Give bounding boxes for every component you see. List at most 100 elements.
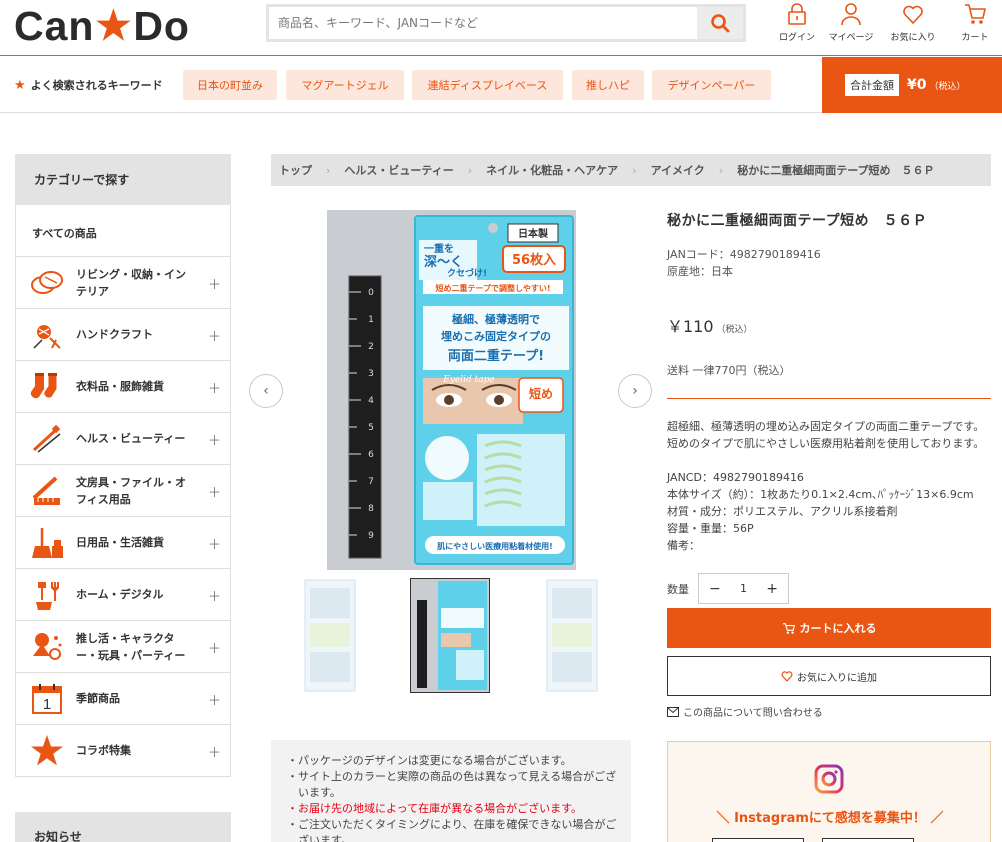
favorites-label: お気に入り [890, 33, 936, 43]
expand-icon[interactable]: ＋ [208, 378, 221, 397]
category-list: すべての商品 リビング・収納・インテリア ＋ ハンドクラフト ＋ 衣料品・服飾雑… [15, 205, 231, 777]
instagram-campaign[interactable]: ＼ Instagramにて感想を募集中！ ／ [667, 741, 991, 842]
keyword-chip[interactable]: 連結ディスプレイベース [412, 70, 563, 100]
breadcrumb-link[interactable]: アイメイク [651, 162, 705, 178]
quantity-value[interactable]: 1 [740, 582, 747, 595]
broom-icon [30, 526, 64, 560]
sidebar-item-home-digital[interactable]: ホーム・デジタル ＋ [16, 569, 230, 621]
package-main-1: 極細、極薄透明で [451, 312, 540, 326]
expand-icon[interactable]: ＋ [208, 742, 221, 761]
inquiry-link[interactable]: この商品について問い合わせる [667, 704, 823, 719]
sidebar-item-oshi-party[interactable]: 推し活・キャラクター・玩具・パーティー ＋ [16, 621, 230, 673]
favorites-link[interactable]: お気に入り [880, 2, 946, 43]
cart-total-label: 合計金額 [845, 74, 899, 96]
breadcrumb-link[interactable]: ヘルス・ビューティー [344, 162, 453, 178]
package-subtitle: 短め二重テープで調整しやすい! [435, 283, 550, 293]
instagram-button[interactable] [712, 838, 804, 842]
header-nav: ログイン マイページ お気に入り カート [772, 2, 1002, 43]
expand-icon[interactable]: ＋ [208, 690, 221, 709]
search-input[interactable] [269, 7, 697, 39]
product-jan: JANコード：4982790189416 [667, 248, 821, 261]
sidebar-item-label: 推し活・キャラクター・玩具・パーティー [76, 631, 186, 662]
keyword-chip[interactable]: 推しハピ [572, 70, 644, 100]
sidebar-item-daily-goods[interactable]: 日用品・生活雑貨 ＋ [16, 517, 230, 569]
breadcrumb-current: 秘かに二重極細両面テープ短め ５６Ｐ [737, 164, 935, 177]
news-heading: お知らせ [15, 812, 231, 842]
sidebar-item-living[interactable]: リビング・収納・インテリア ＋ [16, 257, 230, 309]
svg-text:2: 2 [368, 342, 374, 352]
add-to-favorites-label: お気に入りに追加 [797, 672, 877, 684]
heart-icon [781, 671, 793, 682]
product-main-image[interactable]: 0 1 2 3 4 5 6 7 8 9 日本製 一重を 深〜く クセづけ! 56枚入 短め二重テー… [327, 210, 576, 570]
sidebar-item-collab[interactable]: コラボ特集 ＋ [16, 725, 230, 777]
keyword-star-icon: ★ [14, 77, 26, 93]
note-line: ・サイト上のカラーと実際の商品の色は異なって見える場合がございます。 [287, 770, 617, 799]
svg-text:5: 5 [368, 423, 374, 433]
keyword-chip[interactable]: 日本の町並み [183, 70, 277, 100]
sidebar-item-label: ヘルス・ビューティー [76, 432, 186, 445]
plus-icon[interactable]: + [766, 581, 778, 597]
search-icon [711, 14, 730, 33]
package-main-3: 両面二重テープ! [448, 348, 544, 364]
add-to-favorites-button[interactable]: お気に入りに追加 [667, 656, 991, 696]
product-thumbnail-back[interactable] [302, 578, 382, 693]
breadcrumb-link[interactable]: トップ [279, 162, 312, 178]
keyword-chip[interactable]: デザインペーパー [652, 70, 771, 100]
price-value: ￥110 [667, 317, 714, 336]
keyword-chip[interactable]: マグアートジェル [286, 70, 404, 100]
cart-total[interactable]: 合計金額 ¥0 （税込） [822, 57, 1002, 113]
sidebar-item-all[interactable]: すべての商品 [16, 205, 230, 257]
site-logo[interactable]: Can ★ Do [14, 3, 190, 49]
product-info: 秘かに二重極細両面テープ短め ５６Ｐ JANコード：4982790189416 … [667, 210, 991, 604]
lock-icon [788, 3, 806, 25]
chevron-left-icon: ‹ [263, 383, 269, 399]
expand-icon[interactable]: ＋ [208, 586, 221, 605]
expand-icon[interactable]: ＋ [208, 326, 221, 345]
inquiry-label: この商品について問い合わせる [683, 708, 823, 719]
party-icon [30, 630, 64, 664]
sidebar-item-stationery[interactable]: 文房具・ファイル・オフィス用品 ＋ [16, 465, 230, 517]
mail-icon [667, 706, 679, 717]
package-count-text: 56枚入 [512, 252, 556, 268]
login-link[interactable]: ログイン [772, 2, 822, 43]
cart-link[interactable]: カート [946, 2, 1002, 43]
search-button[interactable] [697, 7, 743, 39]
expand-icon[interactable]: ＋ [208, 482, 221, 501]
package-badge-text: 日本製 [518, 227, 548, 240]
gallery-next-button[interactable]: › [618, 374, 652, 408]
sidebar-item-seasonal[interactable]: 1 季節商品 ＋ [16, 673, 230, 725]
thumbnail-detail-image [537, 578, 617, 693]
package-script-text: Eyelid tape [442, 375, 494, 385]
sidebar-item-label: コラボ特集 [76, 744, 131, 757]
sidebar-item-label: リビング・収納・インテリア [76, 267, 186, 298]
instagram-button[interactable] [822, 838, 914, 842]
expand-icon[interactable]: ＋ [208, 274, 221, 293]
expand-icon[interactable]: ＋ [208, 534, 221, 553]
spec-line: 容量・重量：56P [667, 522, 754, 535]
sidebar-item-craft[interactable]: ハンドクラフト ＋ [16, 309, 230, 361]
keyword-heading: ★ よく検索されるキーワード [14, 77, 163, 93]
minus-icon[interactable]: − [709, 581, 721, 597]
socks-icon [30, 370, 64, 404]
spec-line: JANCD：4982790189416 [667, 471, 804, 484]
product-meta: JANコード：4982790189416 原産地：日本 [667, 246, 991, 280]
mypage-link[interactable]: マイページ [822, 2, 880, 43]
product-thumbnail-detail[interactable] [537, 578, 617, 693]
sidebar-item-clothing[interactable]: 衣料品・服飾雑貨 ＋ [16, 361, 230, 413]
quantity-stepper: − 1 + [698, 573, 789, 604]
cart-icon [782, 622, 795, 634]
expand-icon[interactable]: ＋ [208, 430, 221, 449]
svg-text:6: 6 [368, 450, 374, 460]
living-icon [30, 266, 64, 300]
gallery-prev-button[interactable]: ‹ [249, 374, 283, 408]
svg-text:9: 9 [368, 531, 374, 541]
product-notes: ・パッケージのデザインは変更になる場合がございます。 ・サイト上のカラーと実際の… [271, 740, 631, 842]
expand-icon[interactable]: ＋ [208, 638, 221, 657]
product-thumbnail-front[interactable] [410, 578, 490, 693]
note-line-warning: ・お届け先の地域によって在庫が異なる場合がございます。 [287, 802, 583, 815]
svg-text:3: 3 [368, 369, 374, 379]
add-to-cart-button[interactable]: カートに入れる [667, 608, 991, 648]
breadcrumb-link[interactable]: ネイル・化粧品・ヘアケア [486, 162, 618, 178]
product-origin: 原産地：日本 [667, 265, 733, 278]
sidebar-item-health-beauty[interactable]: ヘルス・ビューティー ＋ [16, 413, 230, 465]
